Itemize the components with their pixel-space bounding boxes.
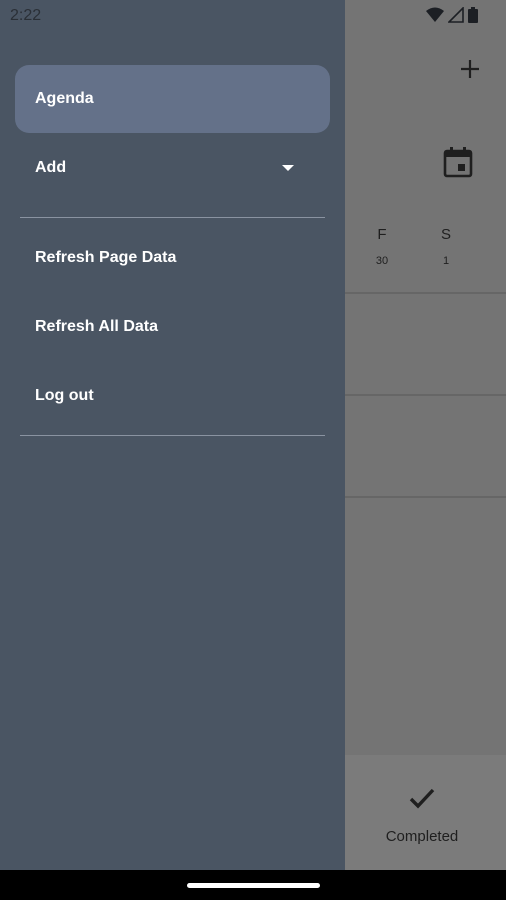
day-letter: F: [377, 226, 387, 243]
day-number: 1: [442, 255, 450, 267]
divider: [345, 496, 506, 498]
drawer-item-label: Refresh Page Data: [35, 249, 177, 266]
battery-icon: [468, 7, 478, 23]
status-icons: [426, 7, 478, 23]
drawer-item-label: Refresh All Data: [35, 318, 158, 335]
day-column-saturday[interactable]: S 1: [431, 226, 461, 267]
system-navigation-bar: [0, 870, 506, 900]
dropdown-arrow-icon: [282, 165, 294, 171]
status-time: 2:22: [10, 7, 42, 24]
navigation-drawer: 2:22 Agenda Add Refresh Page Data Refres…: [0, 0, 345, 870]
day-column-friday[interactable]: F 30: [367, 226, 397, 267]
divider: [345, 292, 506, 294]
drawer-item-agenda[interactable]: Agenda: [15, 65, 330, 133]
wifi-icon: [426, 7, 444, 22]
drawer-item-log-out[interactable]: Log out: [15, 362, 330, 430]
drawer-item-add[interactable]: Add: [15, 134, 330, 202]
drawer-divider: [20, 217, 325, 218]
drawer-item-refresh-all-data[interactable]: Refresh All Data: [15, 293, 330, 361]
signal-icon: [448, 7, 464, 23]
bottom-tab-label: Completed: [385, 828, 459, 845]
drawer-item-refresh-page-data[interactable]: Refresh Page Data: [15, 224, 330, 292]
calendar-icon[interactable]: [442, 146, 474, 178]
drawer-divider: [20, 435, 325, 436]
day-number: 30: [375, 255, 389, 267]
check-icon: [409, 788, 435, 809]
add-icon[interactable]: [456, 55, 484, 83]
divider: [345, 394, 506, 396]
drawer-item-label: Log out: [35, 387, 94, 404]
drawer-item-label: Add: [35, 159, 67, 176]
day-letter: S: [440, 226, 451, 243]
drawer-item-label: Agenda: [35, 90, 94, 107]
home-gesture-handle[interactable]: [187, 883, 320, 888]
